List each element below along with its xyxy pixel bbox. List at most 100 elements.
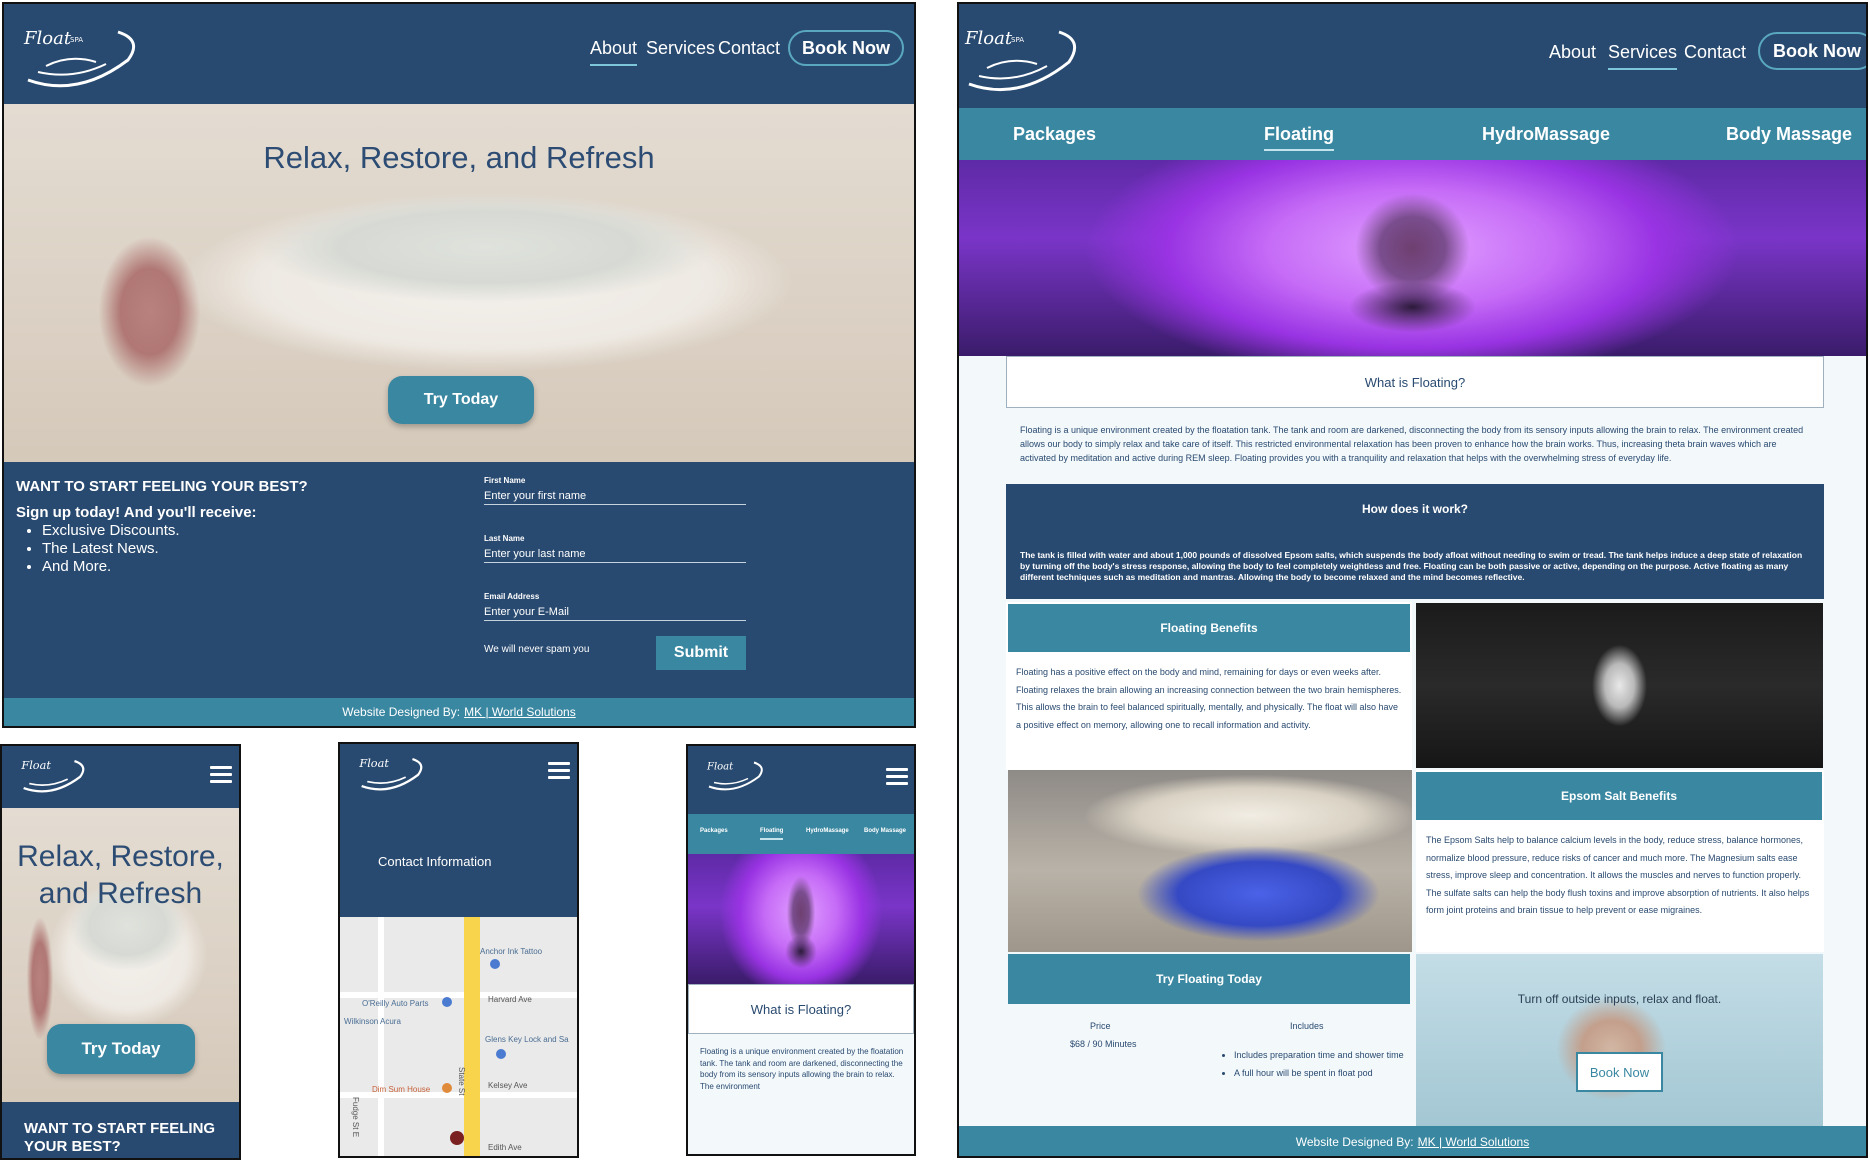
tab-packages[interactable]: Packages [700, 828, 728, 834]
hamburger-menu-icon[interactable] [548, 762, 570, 780]
spam-note: We will never spam you [484, 644, 590, 655]
svg-text:Float: Float [358, 757, 389, 770]
map[interactable]: Anchor Ink Tattoo Harvard Ave O'Reilly A… [340, 917, 577, 1156]
submit-button[interactable]: Submit [656, 636, 746, 670]
mobile-header: Float Contact Information [340, 744, 577, 917]
tab-hydromassage[interactable]: HydroMassage [806, 828, 849, 834]
email-label: Email Address [484, 592, 540, 601]
logo-icon[interactable]: Float [704, 756, 766, 792]
try-today-button[interactable]: Try Today [388, 376, 534, 424]
last-name-field[interactable] [484, 546, 746, 563]
services-footer: Website Designed By: MK | World Solution… [959, 1126, 1866, 1156]
benefits-list: Exclusive Discounts. The Latest News. An… [42, 522, 180, 576]
last-name-label: Last Name [484, 534, 525, 543]
nav-about[interactable]: About [1549, 42, 1596, 63]
relax-float-image: Turn off outside inputs, relax and float… [1416, 954, 1823, 1126]
map-label: State St [457, 1067, 466, 1096]
how-it-works-text: The tank is filled with water and about … [1020, 550, 1803, 583]
footer-link[interactable]: MK | World Solutions [1418, 1135, 1530, 1149]
signup-heading: WANT TO START FEELING YOUR BEST? [16, 478, 308, 495]
floating-hero-image [959, 160, 1866, 356]
mobile-contact-frame: Float Contact Information Anchor Ink Tat… [338, 742, 579, 1158]
nav-contact[interactable]: Contact [1684, 42, 1746, 63]
signup-section: WANT TO START FEELING YOUR BEST? Sign up… [4, 462, 914, 698]
what-is-floating-heading: What is Floating? [1006, 356, 1824, 408]
floating-benefits-heading: Floating Benefits [1008, 604, 1410, 652]
logo-icon[interactable]: Float SPA [18, 20, 142, 90]
signup-heading: WANT TO START FEELING YOUR BEST? [24, 1120, 216, 1155]
contact-title: Contact Information [378, 854, 492, 869]
tab-floating[interactable]: Floating [1264, 124, 1334, 151]
footer-credit: Website Designed By: [342, 705, 461, 719]
tab-hydromassage[interactable]: HydroMassage [1482, 124, 1610, 145]
mobile-header: Float [2, 746, 239, 808]
what-is-floating-heading: What is Floating? [688, 984, 914, 1034]
book-now-inline-button[interactable]: Book Now [1576, 1052, 1663, 1092]
footer-link[interactable]: MK | World Solutions [464, 705, 576, 719]
map-pin-icon [496, 1049, 506, 1059]
epsom-benefits-card: Epsom Salt Benefits The Epsom Salts help… [1416, 770, 1824, 952]
list-item: And More. [42, 558, 180, 576]
epsom-benefits-heading: Epsom Salt Benefits [1416, 772, 1822, 820]
map-pin-icon [442, 997, 452, 1007]
home-footer: Website Designed By: MK | World Solution… [4, 698, 914, 726]
map-label: Harvard Ave [488, 995, 532, 1004]
svg-text:SPA: SPA [1011, 36, 1024, 44]
email-field[interactable] [484, 604, 746, 621]
map-street [340, 992, 577, 998]
book-now-button[interactable]: Book Now [788, 30, 904, 66]
mobile-header: Float [688, 746, 914, 814]
logo-icon[interactable]: Float [18, 754, 88, 794]
tab-body-massage[interactable]: Body Massage [1726, 124, 1852, 145]
try-today-button[interactable]: Try Today [47, 1024, 195, 1074]
tab-body-massage[interactable]: Body Massage [864, 828, 906, 834]
svg-text:Float: Float [964, 28, 1013, 49]
nav-services[interactable]: Services [646, 38, 715, 59]
hero-title: Relax, Restore, and Refresh [17, 840, 224, 910]
map-label: Dim Sum House [372, 1085, 431, 1094]
hero-title: Relax, Restore, and Refresh [263, 140, 655, 175]
map-label: O'Reilly Auto Parts [362, 999, 429, 1008]
svg-text:Float: Float [706, 762, 734, 773]
services-header: Float SPA About Services Contact Book No… [959, 4, 1866, 108]
map-label: Kelsey Ave [488, 1081, 528, 1090]
price-value: $68 / 90 Minutes [1070, 1039, 1137, 1049]
signup-subheading: Sign up today! And you'll receive: [16, 504, 257, 521]
first-name-label: First Name [484, 476, 526, 485]
dark-floating-image [1416, 603, 1823, 768]
first-name-field[interactable] [484, 488, 746, 505]
nav-services[interactable]: Services [1608, 42, 1678, 70]
try-floating-card: Try Floating Today Price $68 / 90 Minute… [1006, 954, 1412, 1126]
epsom-benefits-text: The Epsom Salts help to balance calcium … [1426, 835, 1810, 916]
map-label: Anchor Ink Tattoo [480, 947, 543, 956]
floating-benefits-text: Floating has a positive effect on the bo… [1016, 667, 1402, 730]
logo-icon[interactable]: Float SPA [959, 18, 1083, 94]
nav-contact[interactable]: Contact [718, 38, 780, 59]
map-pin-icon [442, 1083, 452, 1093]
map-label: Fudge St E [351, 1097, 360, 1138]
svg-text:Float: Float [20, 759, 51, 772]
desktop-services-frame: Float SPA About Services Contact Book No… [957, 2, 1868, 1158]
includes-list: Includes preparation time and shower tim… [1234, 1047, 1406, 1082]
hamburger-menu-icon[interactable] [886, 768, 908, 786]
mobile-home-frame: Float Relax, Restore, and Refresh Try To… [0, 744, 241, 1160]
services-tabs: Packages Floating HydroMassage Body Mass… [959, 108, 1866, 160]
desktop-home-frame: Float SPA About Services Contact Book No… [2, 2, 916, 728]
map-road [464, 917, 480, 1156]
float-pod-image [1008, 770, 1412, 952]
svg-text:Float: Float [23, 28, 72, 49]
includes-label: Includes [1290, 1021, 1324, 1031]
book-now-button[interactable]: Book Now [1758, 32, 1866, 70]
list-item: Exclusive Discounts. [42, 522, 180, 540]
svg-text:SPA: SPA [70, 36, 83, 44]
nav-about[interactable]: About [590, 38, 638, 66]
hamburger-menu-icon[interactable] [210, 766, 232, 784]
what-is-floating-text: Floating is a unique environment created… [1020, 425, 1804, 463]
map-label: Glens Key Lock and Sa [485, 1035, 569, 1044]
tab-floating[interactable]: Floating [760, 828, 784, 840]
list-item: Includes preparation time and shower tim… [1234, 1047, 1406, 1065]
tab-packages[interactable]: Packages [1013, 124, 1096, 145]
logo-icon[interactable]: Float [356, 752, 426, 792]
how-it-works-heading: How does it work? [1361, 502, 1468, 516]
floating-hero-image [688, 854, 914, 984]
